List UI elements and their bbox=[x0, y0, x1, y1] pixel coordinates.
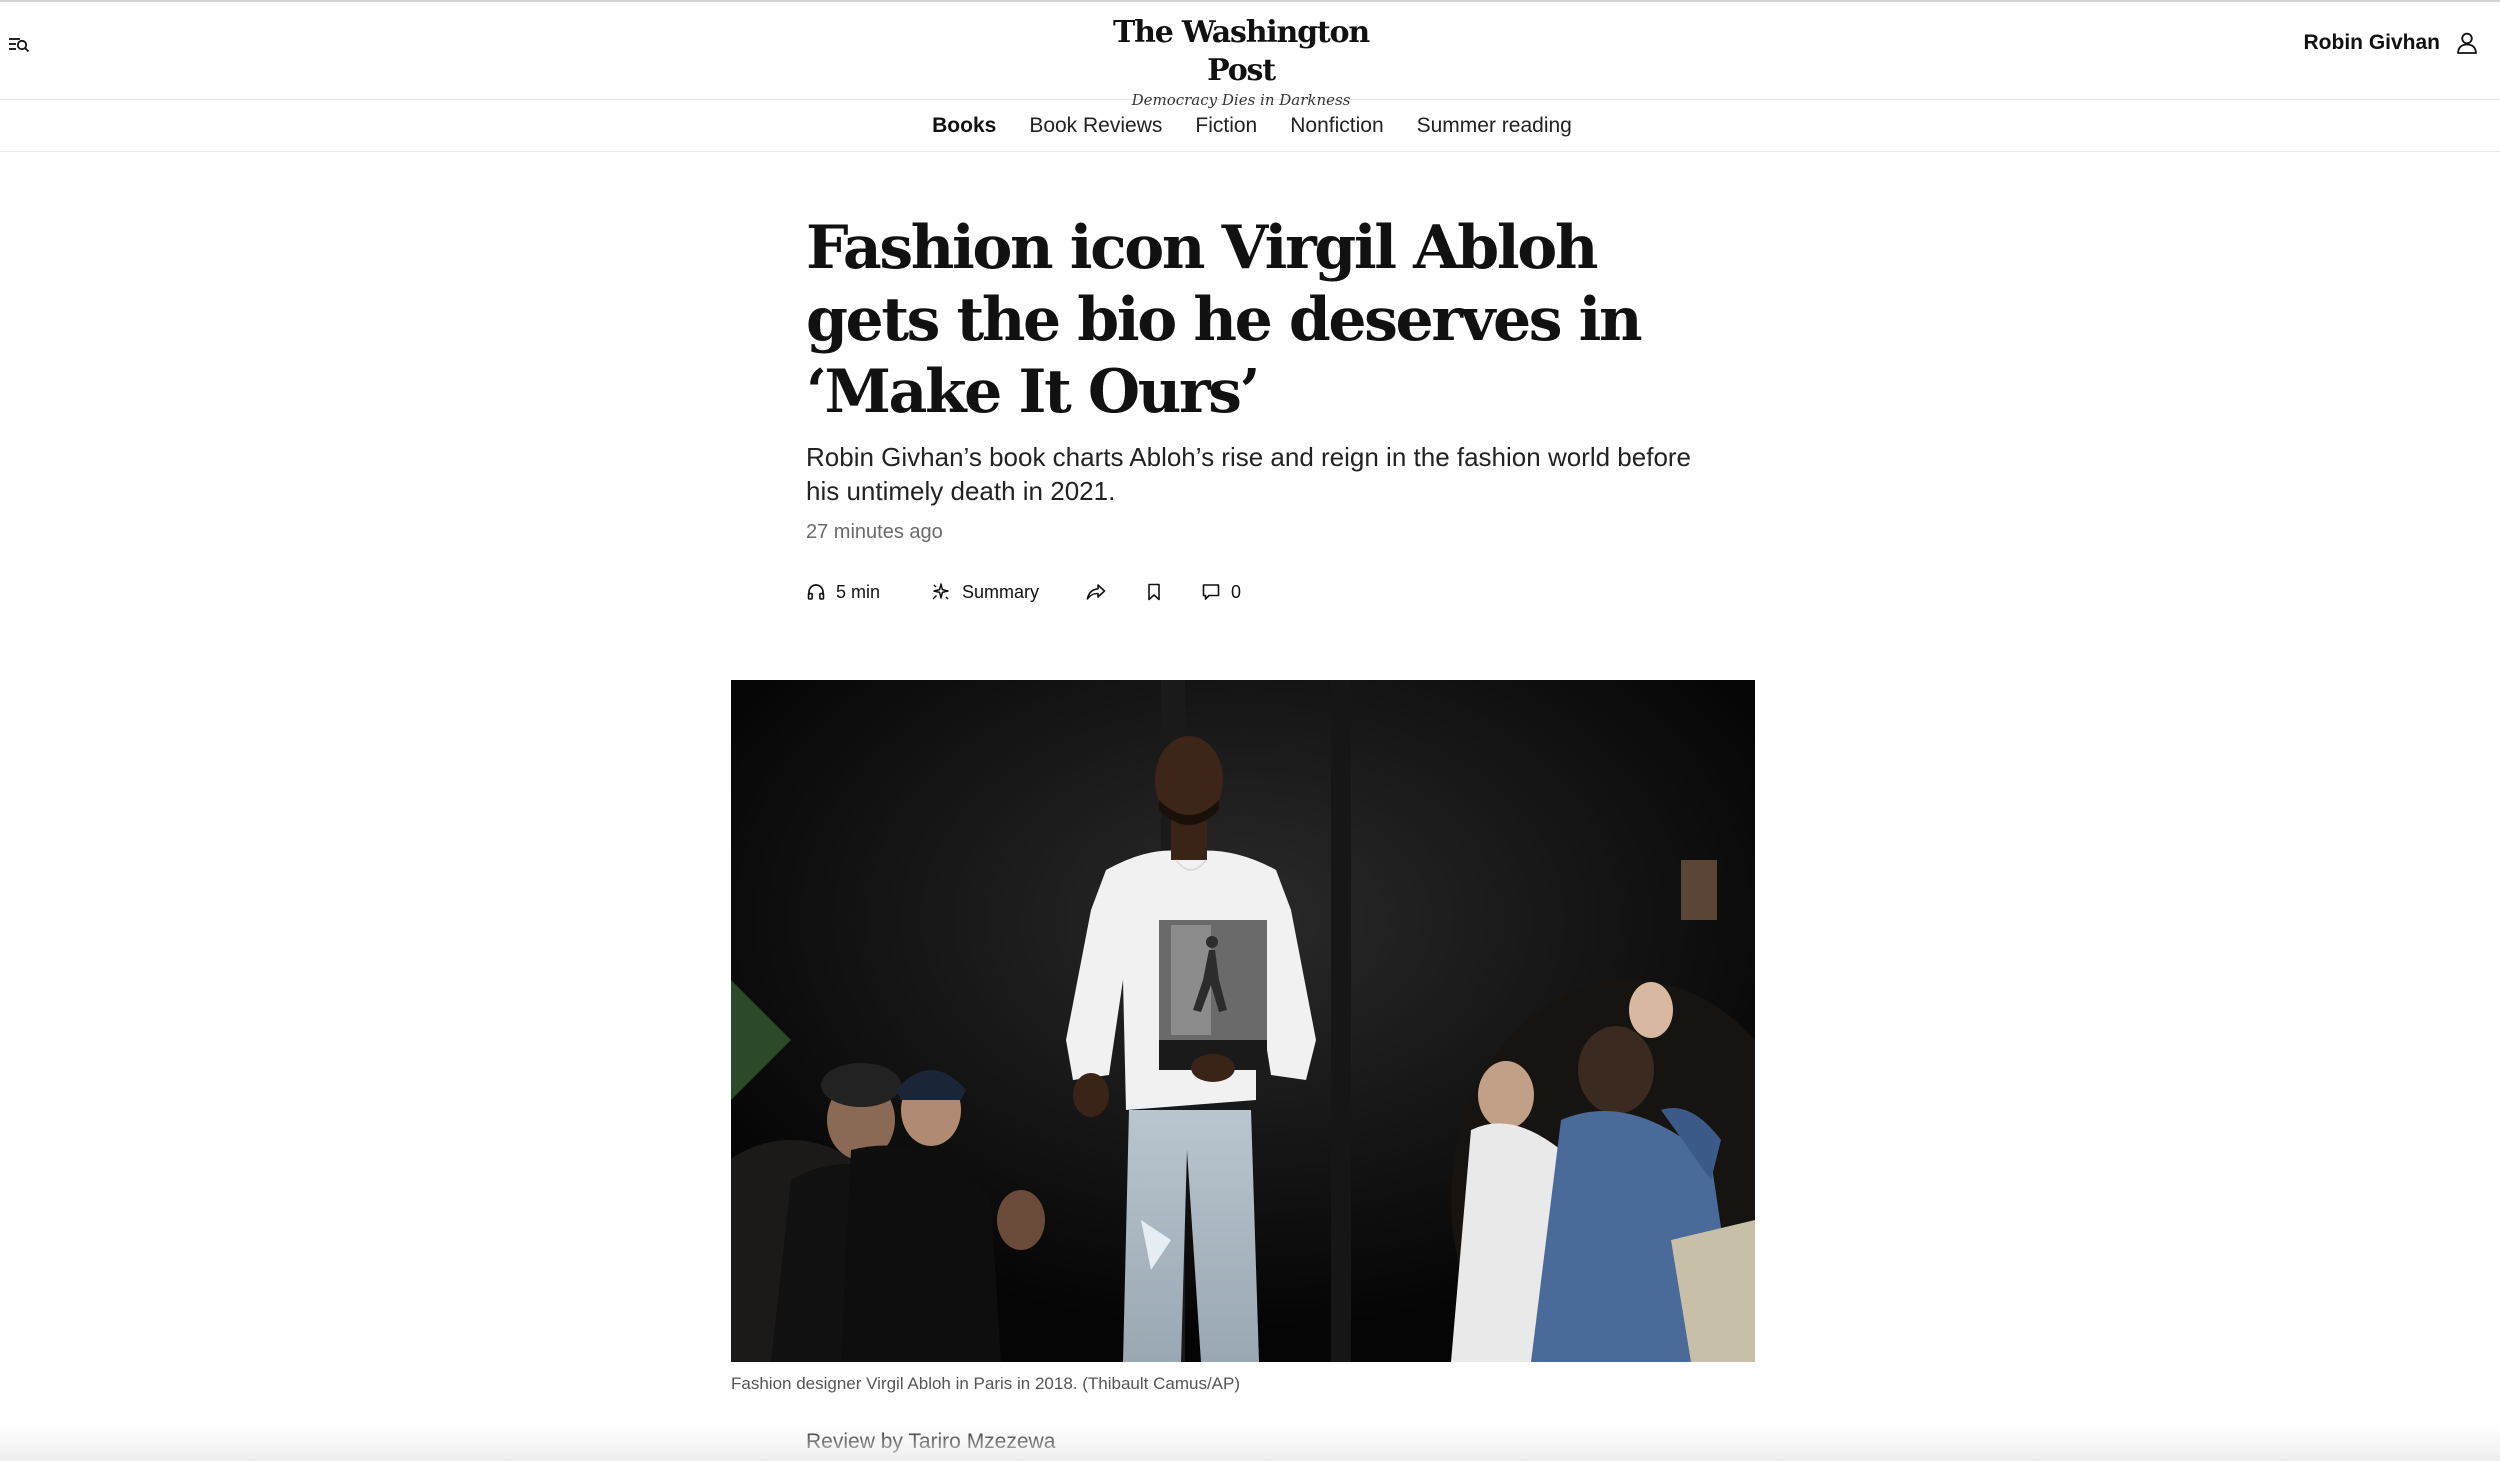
caption-text: Fashion designer Virgil Abloh in Paris i… bbox=[731, 1374, 1078, 1393]
byline-author[interactable]: Tariro Mzezewa bbox=[908, 1430, 1055, 1453]
site-header: The Washington Post Democracy Dies in Da… bbox=[0, 2, 2500, 109]
sparkle-icon bbox=[932, 583, 949, 600]
byline: Review by Tariro Mzezewa bbox=[806, 1430, 1055, 1454]
user-name: Robin Givhan bbox=[2303, 31, 2441, 54]
user-icon bbox=[2456, 30, 2480, 56]
menu-search-icon bbox=[9, 38, 30, 53]
section-nav-summer-reading[interactable]: Summer reading bbox=[1417, 114, 1572, 138]
comment-icon bbox=[1202, 584, 1220, 600]
byline-prefix: Review by bbox=[806, 1430, 903, 1453]
headphones-icon bbox=[807, 584, 825, 600]
bookmark-icon bbox=[1148, 583, 1160, 601]
listen-duration: 5 min bbox=[836, 581, 881, 602]
section-nav-fiction[interactable]: Fiction bbox=[1195, 114, 1257, 138]
article-timestamp: 27 minutes ago bbox=[806, 521, 943, 543]
photo-caption: Fashion designer Virgil Abloh in Paris i… bbox=[731, 1374, 1240, 1394]
account-button[interactable]: Robin Givhan bbox=[2304, 26, 2481, 60]
comments-button[interactable]: 0 bbox=[1201, 582, 1241, 603]
logo-name: The Washington Post bbox=[1113, 15, 1370, 88]
share-button[interactable] bbox=[1085, 582, 1107, 602]
article-dek: Robin Givhan’s book charts Abloh’s rise … bbox=[806, 442, 1692, 506]
article-headline: Fashion icon Virgil Abloh gets the bio h… bbox=[806, 213, 1643, 427]
summary-button[interactable]: Summary bbox=[930, 581, 1039, 603]
sections-menu-button[interactable] bbox=[6, 30, 32, 58]
section-nav-nonfiction[interactable]: Nonfiction bbox=[1290, 114, 1383, 138]
photo-credit: (Thibault Camus/AP) bbox=[1082, 1374, 1241, 1393]
site-logo[interactable]: The Washington Post Democracy Dies in Da… bbox=[1110, 14, 1372, 110]
listen-button[interactable]: 5 min bbox=[806, 582, 880, 603]
comments-count: 0 bbox=[1231, 581, 1242, 602]
section-nav-book-reviews[interactable]: Book Reviews bbox=[1029, 114, 1162, 138]
save-button[interactable] bbox=[1145, 582, 1163, 602]
share-icon bbox=[1086, 584, 1106, 600]
article-actions: 5 min Summary 0 bbox=[806, 576, 1241, 608]
bottom-fade bbox=[0, 1425, 2500, 1461]
summary-label: Summary bbox=[962, 581, 1040, 602]
lead-photo bbox=[731, 680, 1755, 1362]
section-nav: Books Book Reviews Fiction Nonfiction Su… bbox=[0, 101, 2500, 152]
section-nav-books[interactable]: Books bbox=[932, 114, 996, 138]
